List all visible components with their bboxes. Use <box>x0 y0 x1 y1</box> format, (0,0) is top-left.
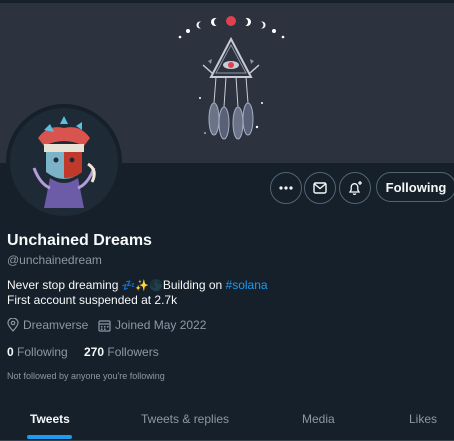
message-button[interactable] <box>304 172 336 204</box>
envelope-icon <box>313 182 327 194</box>
following-button[interactable]: Following <box>376 172 454 202</box>
bio-line-1: Never stop dreaming 💤✨🌑 Building on #sol… <box>7 278 268 292</box>
moon-phases <box>178 16 285 39</box>
location-text: Dreamverse <box>23 318 89 332</box>
more-icon <box>279 186 293 190</box>
tab-tweets-replies[interactable]: Tweets & replies <box>141 412 229 426</box>
sparkles <box>199 97 263 134</box>
profile-actions: Following <box>0 172 454 204</box>
join-date-text: Joined May 2022 <box>115 318 207 332</box>
location: Dreamverse <box>7 318 88 332</box>
tab-likes[interactable]: Likes <box>409 412 437 426</box>
followers-count: 270 <box>84 345 105 359</box>
bio-line-2: First account suspended at 2.7k <box>7 293 178 307</box>
followed-by-note: Not followed by anyone you're following <box>7 371 165 381</box>
bio-text-mid: Building on <box>162 278 226 292</box>
tab-tweets[interactable]: Tweets <box>30 412 70 426</box>
display-name: Unchained Dreams <box>7 232 152 249</box>
followers-stat[interactable]: 270 Followers <box>84 345 159 359</box>
profile-tabs: Tweets Tweets & replies Media Likes <box>0 400 454 441</box>
followers-label: Followers <box>107 345 159 359</box>
active-tab-indicator <box>27 435 72 439</box>
location-pin-icon <box>7 318 19 332</box>
bell-plus-icon <box>348 181 362 196</box>
notifications-button[interactable] <box>339 172 371 204</box>
bio-emoji: 💤✨🌑 <box>121 279 163 292</box>
following-label: Following <box>17 345 68 359</box>
profile-page: Following Unchained Dreams @unchainedrea… <box>0 0 454 441</box>
bio-text: Never stop dreaming <box>7 278 122 292</box>
calendar-icon <box>98 319 111 332</box>
dream-feathers <box>208 76 254 140</box>
following-stat[interactable]: 0 Following <box>7 345 68 359</box>
hashtag-link[interactable]: #solana <box>226 278 268 292</box>
triangle-eye <box>202 36 260 78</box>
join-date: Joined May 2022 <box>98 318 206 332</box>
tab-media[interactable]: Media <box>302 412 335 426</box>
user-handle: @unchainedream <box>7 253 102 267</box>
following-count: 0 <box>7 345 14 359</box>
more-button[interactable] <box>270 172 302 204</box>
